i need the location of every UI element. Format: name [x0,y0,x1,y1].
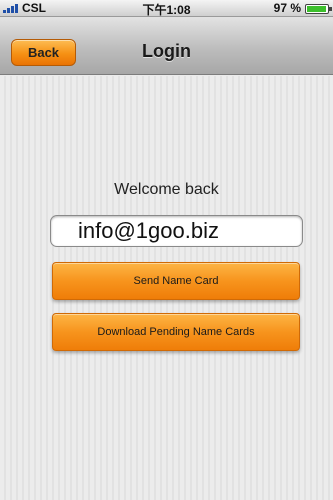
page-title: Login [142,41,191,61]
download-pending-name-cards-button[interactable]: Download Pending Name Cards [52,313,300,351]
login-content: Welcome back info@1goo.biz Send Name Car… [0,76,333,500]
status-bar: CSL 下午1:08 97 % [0,0,333,17]
welcome-text: Welcome back [114,181,219,198]
battery-percent: 97 % [273,1,301,15]
email-field[interactable]: info@1goo.biz [50,215,303,247]
battery-icon [305,4,332,14]
send-name-card-button[interactable]: Send Name Card [52,262,300,300]
navigation-bar: Back Login [0,17,333,75]
